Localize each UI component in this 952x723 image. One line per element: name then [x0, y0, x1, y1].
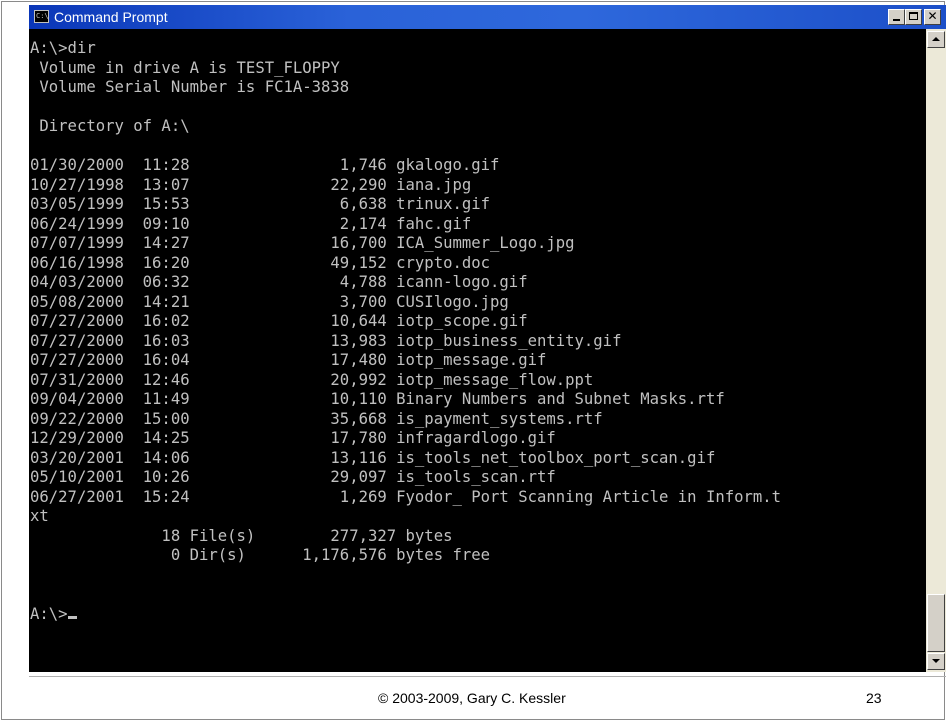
console-line: Volume in drive A is TEST_FLOPPY	[30, 58, 340, 77]
copyright-text: © 2003-2009, Gary C. Kessler	[378, 690, 566, 706]
maximize-icon	[909, 12, 918, 20]
window-title: Command Prompt	[54, 9, 168, 25]
console-line: 18 File(s) 277,327 bytes	[30, 526, 453, 545]
maximize-button[interactable]	[905, 9, 922, 25]
arrow-down-icon	[932, 659, 940, 663]
footer-divider	[29, 676, 946, 677]
page-number: 23	[866, 690, 882, 706]
scroll-up-button[interactable]	[927, 31, 945, 48]
close-button[interactable]: ✕	[924, 9, 941, 25]
minimize-icon	[893, 19, 900, 21]
console-line: Volume Serial Number is FC1A-3838	[30, 78, 350, 96]
console-line: 03/05/1999 15:53 6,638 trinux.gif	[30, 195, 491, 213]
console-line: Directory of A:\	[30, 117, 190, 135]
console-line: 0 Dir(s) 1,176,576 bytes free	[30, 546, 491, 564]
console-line: 09/04/2000 11:49 10,110 Binary Numbers a…	[30, 390, 725, 408]
slide: C:\ Command Prompt ✕ A:\>dir Volume in d…	[1, 1, 946, 720]
console-line: 06/16/1998 16:20 49,152 crypto.doc	[30, 253, 491, 272]
console-line: xt	[30, 507, 49, 525]
vertical-scrollbar[interactable]	[926, 29, 946, 672]
console-line: 04/03/2000 06:32 4,788 icann-logo.gif	[30, 273, 528, 291]
command-prompt-icon[interactable]: C:\	[34, 10, 49, 23]
console-line: 05/10/2001 10:26 29,097 is_tools_scan.rt…	[30, 468, 556, 486]
console-line: A:\>dir	[30, 39, 96, 57]
console-line: 06/27/2001 15:24 1,269 Fyodor_ Port Scan…	[30, 487, 782, 506]
scroll-down-button[interactable]	[927, 653, 945, 670]
console-line: 06/24/1999 09:10 2,174 fahc.gif	[30, 214, 472, 233]
title-bar[interactable]: C:\ Command Prompt ✕	[29, 5, 946, 29]
command-prompt-line[interactable]: A:\>	[30, 605, 68, 623]
minimize-button[interactable]	[888, 9, 905, 25]
console-line: 12/29/2000 14:25 17,780 infragardlogo.gi…	[30, 429, 556, 447]
console-line: 10/27/1998 13:07 22,290 iana.jpg	[30, 175, 472, 194]
console-line: 07/27/2000 16:03 13,983 iotp_business_en…	[30, 331, 622, 350]
console-line: 07/31/2000 12:46 20,992 iotp_message_flo…	[30, 370, 594, 389]
console-output: A:\>dir Volume in drive A is TEST_FLOPPY…	[30, 39, 781, 624]
console-line: 07/07/1999 14:27 16,700 ICA_Summer_Logo.…	[30, 234, 575, 252]
console-line: 05/08/2000 14:21 3,700 CUSIlogo.jpg	[30, 292, 509, 311]
text-cursor	[67, 615, 77, 619]
close-icon: ✕	[927, 9, 938, 23]
arrow-up-icon	[932, 37, 940, 41]
console-line: 03/20/2001 14:06 13,116 is_tools_net_too…	[30, 448, 716, 467]
scroll-thumb[interactable]	[927, 594, 945, 652]
console-line: 09/22/2000 15:00 35,668 is_payment_syste…	[30, 409, 603, 428]
console-output-area[interactable]: A:\>dir Volume in drive A is TEST_FLOPPY…	[29, 29, 926, 672]
console-line: 07/27/2000 16:02 10,644 iotp_scope.gif	[30, 312, 528, 330]
console-line: 07/27/2000 16:04 17,480 iotp_message.gif	[30, 351, 547, 369]
console-line: 01/30/2000 11:28 1,746 gkalogo.gif	[30, 156, 500, 174]
command-prompt-window: C:\ Command Prompt ✕ A:\>dir Volume in d…	[29, 5, 946, 672]
